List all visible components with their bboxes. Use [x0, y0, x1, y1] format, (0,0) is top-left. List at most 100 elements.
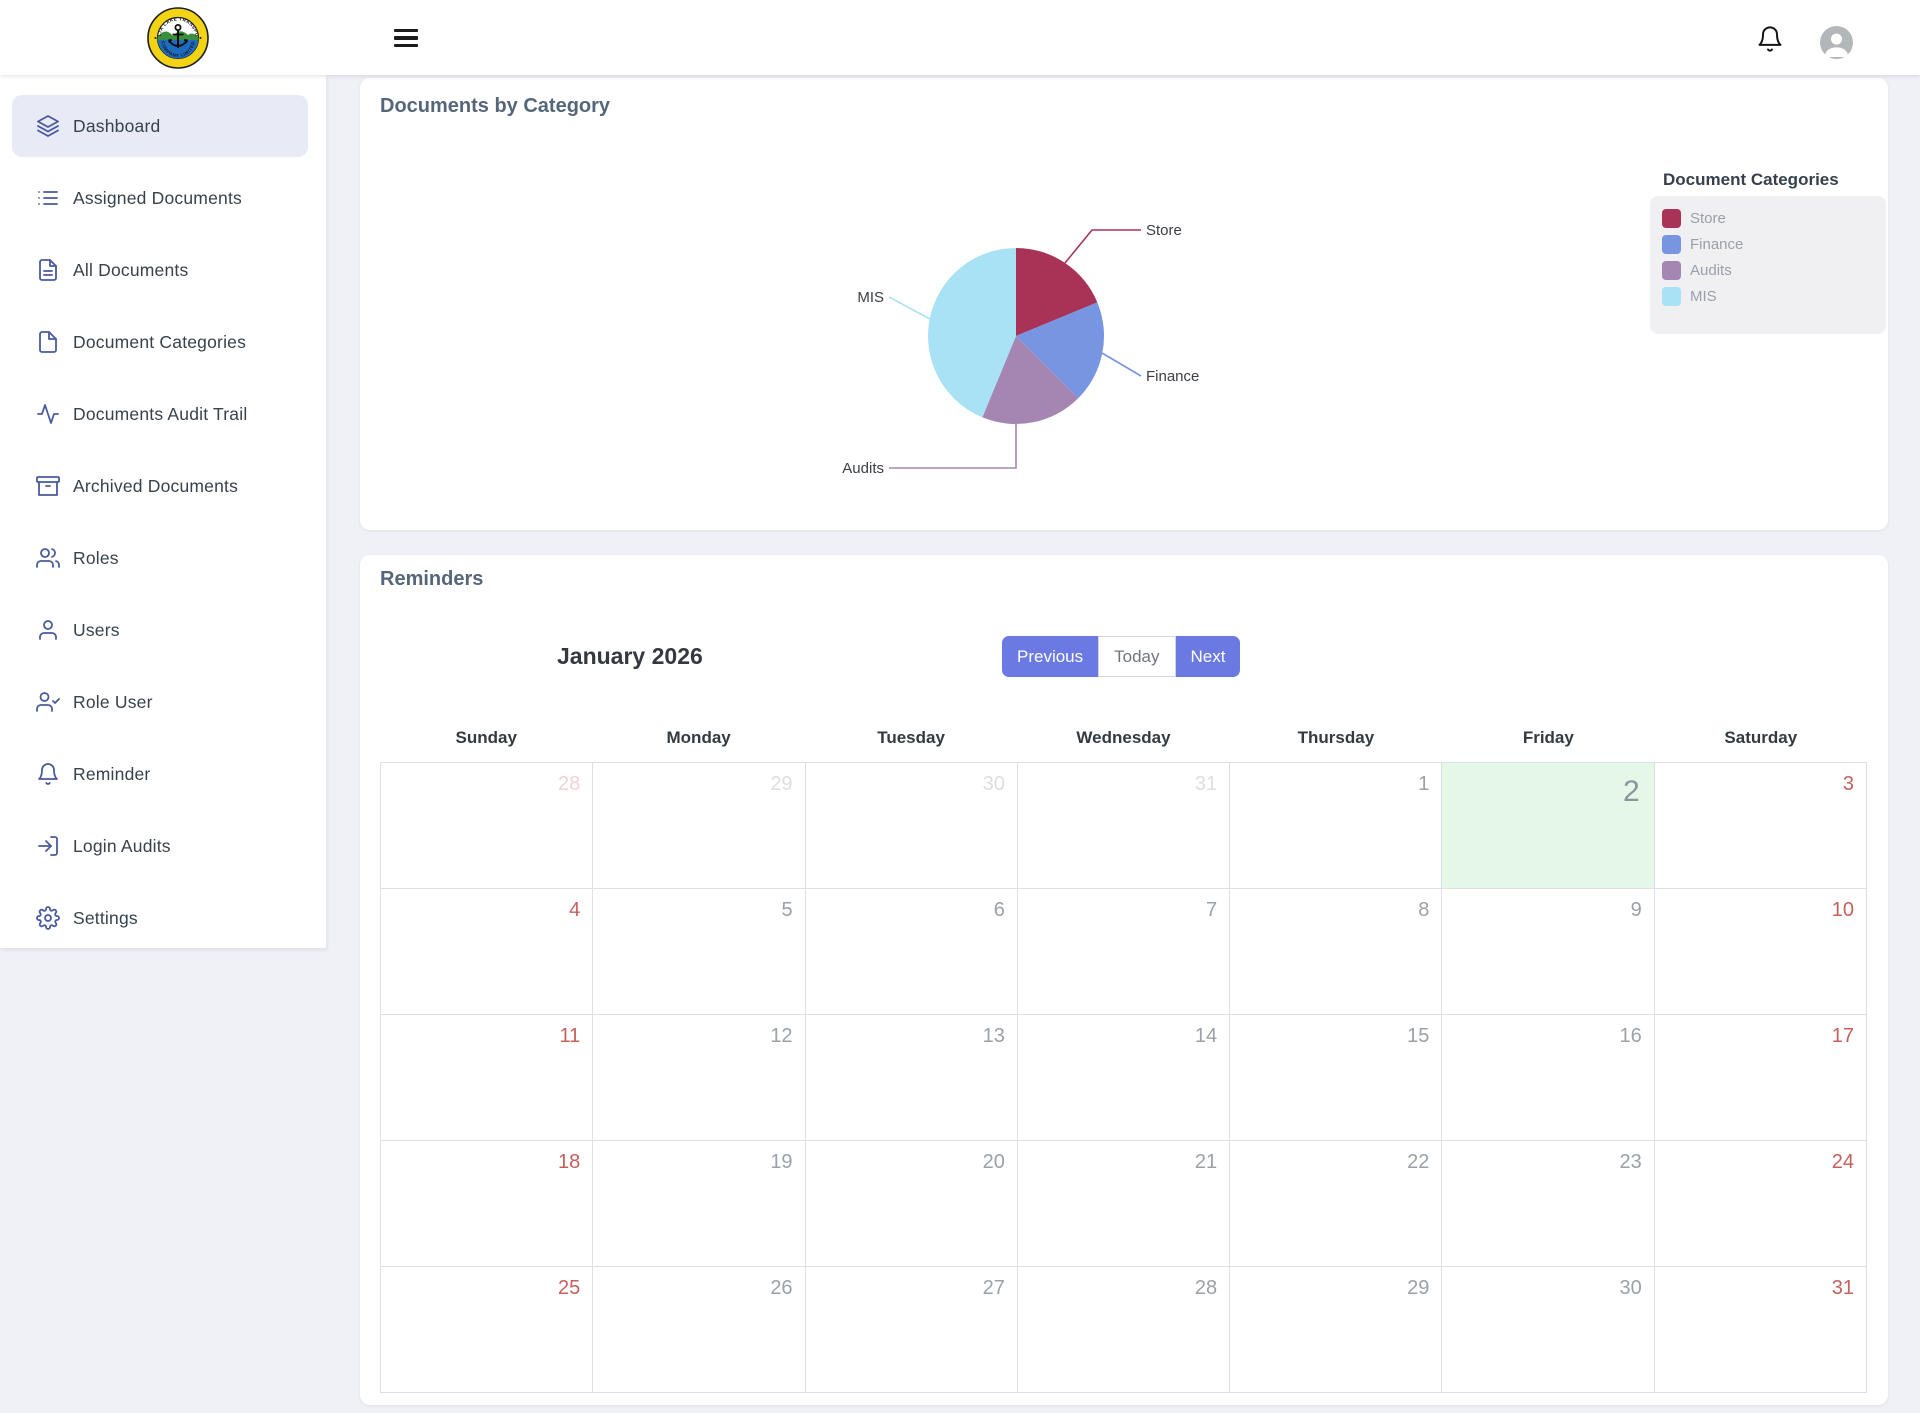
calendar-cell[interactable]: 30: [806, 763, 1018, 889]
bell-icon: [36, 762, 60, 786]
bell-icon: [1756, 25, 1784, 53]
calendar-cell[interactable]: 28: [1018, 1267, 1230, 1393]
calendar-cell[interactable]: 12: [593, 1015, 805, 1141]
chart-legend: StoreFinanceAuditsMIS: [1650, 196, 1886, 334]
calendar-cell[interactable]: 27: [806, 1267, 1018, 1393]
sidebar-item-login-audits[interactable]: Login Audits: [12, 815, 308, 877]
sidebar-item-users[interactable]: Users: [12, 599, 308, 661]
sidebar-item-reminder[interactable]: Reminder: [12, 743, 308, 805]
menu-icon: [394, 29, 418, 32]
day-number: 14: [1195, 1025, 1217, 1048]
calendar-cell[interactable]: 28: [381, 763, 593, 889]
legend-title: Document Categories: [1663, 170, 1839, 190]
calendar-cell[interactable]: 29: [1230, 1267, 1442, 1393]
sidebar-item-settings[interactable]: Settings: [12, 887, 308, 949]
day-number: 2: [1623, 775, 1640, 809]
calendar-cell[interactable]: 10: [1655, 889, 1867, 1015]
calendar-cell[interactable]: 7: [1018, 889, 1230, 1015]
calendar-cell[interactable]: 31: [1655, 1267, 1867, 1393]
calendar-cell[interactable]: 16: [1442, 1015, 1654, 1141]
sidebar-item-label: Reminder: [73, 764, 150, 785]
calendar-cell[interactable]: 1: [1230, 763, 1442, 889]
calendar-cell[interactable]: 19: [593, 1141, 805, 1267]
calendar-cell[interactable]: 25: [381, 1267, 593, 1393]
day-number: 5: [781, 899, 792, 922]
calendar-cell[interactable]: 17: [1655, 1015, 1867, 1141]
calendar-cell[interactable]: 8: [1230, 889, 1442, 1015]
legend-label: Store: [1690, 210, 1726, 227]
pie-label-store: Store: [1146, 222, 1182, 239]
calendar-cell[interactable]: 9: [1442, 889, 1654, 1015]
calendar-cell[interactable]: 30: [1442, 1267, 1654, 1393]
calendar-cell[interactable]: 29: [593, 763, 805, 889]
pie-leader-line: [1065, 230, 1141, 263]
day-number: 21: [1195, 1151, 1217, 1174]
calendar-cell[interactable]: 24: [1655, 1141, 1867, 1267]
day-number: 27: [983, 1277, 1005, 1300]
calendar-cell[interactable]: 31: [1018, 763, 1230, 889]
sidebar-item-document-categories[interactable]: Document Categories: [12, 311, 308, 373]
calendar-cell[interactable]: 4: [381, 889, 593, 1015]
calendar-month-label: January 2026: [557, 643, 703, 670]
calendar-cell[interactable]: 21: [1018, 1141, 1230, 1267]
calendar-today-button[interactable]: Today: [1098, 636, 1175, 677]
user-avatar[interactable]: [1820, 26, 1853, 59]
sidebar-item-label: Login Audits: [73, 836, 171, 857]
calendar-weekday-header-row: SundayMondayTuesdayWednesdayThursdayFrid…: [380, 728, 1867, 762]
day-number: 20: [983, 1151, 1005, 1174]
sidebar-item-dashboard[interactable]: Dashboard: [12, 95, 308, 157]
calendar-cell[interactable]: 14: [1018, 1015, 1230, 1141]
weekday-header-thursday: Thursday: [1230, 728, 1442, 762]
calendar-cell[interactable]: 20: [806, 1141, 1018, 1267]
sidebar-item-label: Assigned Documents: [73, 188, 242, 209]
calendar-cell[interactable]: 26: [593, 1267, 805, 1393]
calendar-cell[interactable]: 11: [381, 1015, 593, 1141]
sidebar-item-documents-audit-trail[interactable]: Documents Audit Trail: [12, 383, 308, 445]
legend-swatch: [1662, 235, 1681, 254]
calendar-cell[interactable]: 15: [1230, 1015, 1442, 1141]
calendar-cell-today[interactable]: 2: [1442, 763, 1654, 889]
day-number: 24: [1832, 1151, 1854, 1174]
day-number: 31: [1195, 773, 1217, 796]
sidebar-item-roles[interactable]: Roles: [12, 527, 308, 589]
company-logo: VOLTA LAKE TRANSPORT COMPANY LIMITED: [147, 7, 209, 69]
day-number: 3: [1843, 773, 1854, 796]
file-text-icon: [36, 258, 60, 282]
calendar-cell[interactable]: 23: [1442, 1141, 1654, 1267]
calendar-cell[interactable]: 6: [806, 889, 1018, 1015]
day-number: 17: [1832, 1025, 1854, 1048]
sidebar-item-label: Users: [73, 620, 120, 641]
sidebar-item-role-user[interactable]: Role User: [12, 671, 308, 733]
day-number: 1: [1418, 773, 1429, 796]
archive-icon: [36, 474, 60, 498]
legend-swatch: [1662, 209, 1681, 228]
calendar-cell[interactable]: 3: [1655, 763, 1867, 889]
calendar: SundayMondayTuesdayWednesdayThursdayFrid…: [380, 728, 1867, 1393]
calendar-cell[interactable]: 5: [593, 889, 805, 1015]
sidebar-item-assigned-documents[interactable]: Assigned Documents: [12, 167, 308, 229]
calendar-cell[interactable]: 18: [381, 1141, 593, 1267]
weekday-header-tuesday: Tuesday: [805, 728, 1017, 762]
menu-toggle-button[interactable]: [394, 29, 418, 47]
calendar-cell[interactable]: 13: [806, 1015, 1018, 1141]
sidebar-item-all-documents[interactable]: All Documents: [12, 239, 308, 301]
legend-label: Audits: [1690, 262, 1732, 279]
day-number: 26: [770, 1277, 792, 1300]
day-number: 18: [558, 1151, 580, 1174]
layers-icon: [36, 114, 60, 138]
day-number: 30: [983, 773, 1005, 796]
weekday-header-wednesday: Wednesday: [1017, 728, 1229, 762]
day-number: 8: [1418, 899, 1429, 922]
sidebar-item-archived-documents[interactable]: Archived Documents: [12, 455, 308, 517]
calendar-previous-button[interactable]: Previous: [1002, 636, 1098, 677]
day-number: 28: [558, 773, 580, 796]
calendar-cell[interactable]: 22: [1230, 1141, 1442, 1267]
day-number: 29: [770, 773, 792, 796]
sidebar-item-label: Roles: [73, 548, 119, 569]
notifications-button[interactable]: [1756, 25, 1784, 53]
sidebar: Dashboard Assigned Documents All Documents…: [0, 75, 326, 948]
calendar-next-button[interactable]: Next: [1176, 636, 1241, 677]
day-number: 23: [1619, 1151, 1641, 1174]
day-number: 28: [1195, 1277, 1217, 1300]
day-number: 31: [1832, 1277, 1854, 1300]
